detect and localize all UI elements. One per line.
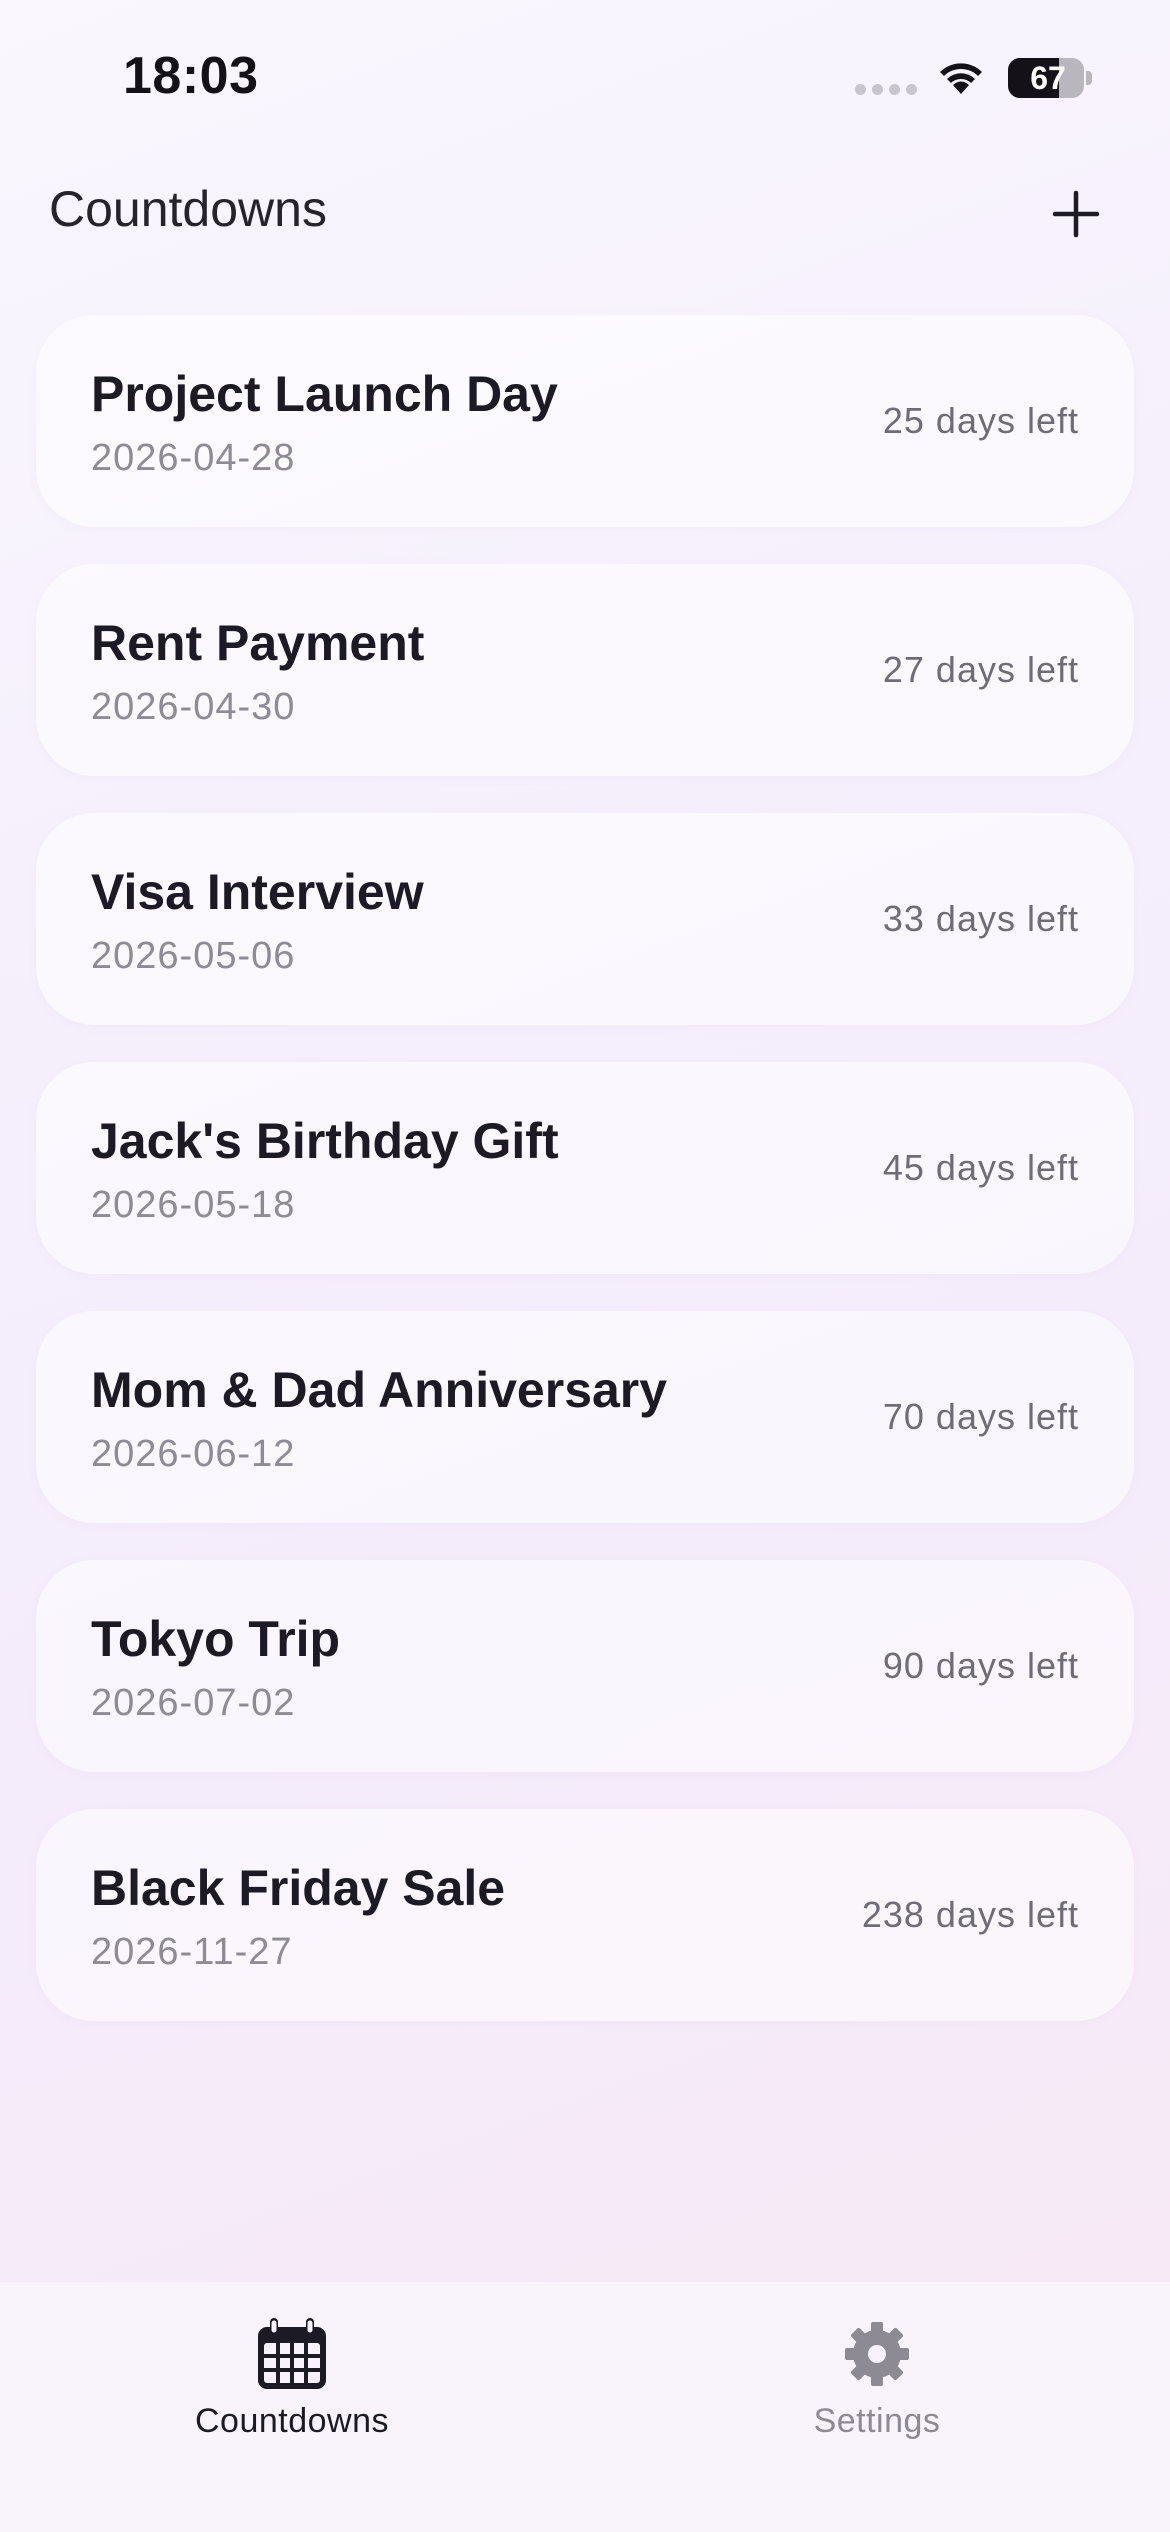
countdown-card[interactable]: Rent Payment 2026-04-30 27 days left [36, 564, 1134, 776]
battery-icon: 67 [1008, 58, 1092, 98]
countdown-date: 2026-05-06 [91, 935, 296, 977]
countdown-card[interactable]: Visa Interview 2026-05-06 33 days left [36, 813, 1134, 1025]
countdown-days-left: 70 days left [882, 1396, 1079, 1437]
countdown-list: Project Launch Day 2026-04-28 25 days le… [36, 315, 1134, 2058]
gear-icon [845, 2322, 909, 2386]
countdown-date: 2026-04-30 [91, 686, 296, 728]
countdown-title: Visa Interview [91, 864, 424, 920]
countdown-card[interactable]: Project Launch Day 2026-04-28 25 days le… [36, 315, 1134, 527]
app-screen: 18:03 67 Countdowns Project Launch Day 2… [0, 0, 1170, 2532]
countdown-days-left: 33 days left [882, 898, 1079, 939]
countdown-days-left: 27 days left [882, 649, 1079, 690]
countdown-card[interactable]: Jack's Birthday Gift 2026-05-18 45 days … [36, 1062, 1134, 1274]
tab-bar: Countdowns Settings [0, 2282, 1170, 2532]
countdown-days-left: 90 days left [882, 1645, 1079, 1686]
tab-label-countdowns: Countdowns [194, 2402, 389, 2440]
status-time: 18:03 [123, 47, 259, 105]
status-bar: 18:03 67 [0, 0, 1170, 150]
countdown-date: 2026-06-12 [91, 1433, 296, 1475]
tab-label-settings: Settings [813, 2402, 941, 2440]
countdown-date: 2026-04-28 [91, 437, 296, 479]
countdown-title: Black Friday Sale [91, 1860, 506, 1916]
countdown-card[interactable]: Tokyo Trip 2026-07-02 90 days left [36, 1560, 1134, 1772]
countdown-card[interactable]: Mom & Dad Anniversary 2026-06-12 70 days… [36, 1311, 1134, 1523]
countdown-days-left: 238 days left [861, 1894, 1079, 1935]
countdown-card[interactable]: Black Friday Sale 2026-11-27 238 days le… [36, 1809, 1134, 2021]
calendar-icon [258, 2318, 326, 2389]
countdown-days-left: 45 days left [882, 1147, 1079, 1188]
countdown-title: Mom & Dad Anniversary [91, 1362, 668, 1418]
countdown-title: Jack's Birthday Gift [91, 1113, 559, 1169]
plus-icon [1052, 190, 1100, 238]
countdown-days-left: 25 days left [882, 400, 1079, 441]
tab-settings[interactable]: Settings [697, 2316, 1057, 2466]
cellular-signal-icon [855, 84, 917, 96]
countdown-title: Rent Payment [91, 615, 425, 671]
countdown-date: 2026-05-18 [91, 1184, 296, 1226]
tab-countdowns[interactable]: Countdowns [112, 2316, 472, 2466]
wifi-icon [940, 63, 982, 94]
page-title: Countdowns [49, 181, 327, 237]
countdown-title: Project Launch Day [91, 366, 558, 422]
add-countdown-button[interactable] [1040, 178, 1112, 250]
countdown-date: 2026-11-27 [91, 1931, 293, 1973]
navigation-header: Countdowns [0, 150, 1170, 276]
countdown-title: Tokyo Trip [91, 1611, 341, 1667]
countdown-date: 2026-07-02 [91, 1682, 296, 1724]
battery-level-text: 67 [1030, 60, 1066, 96]
